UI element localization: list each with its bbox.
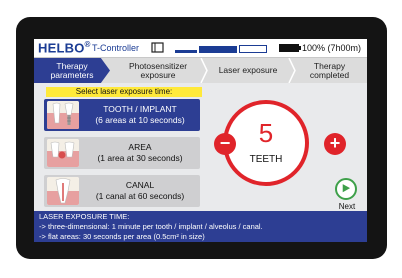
step-laser-exposure[interactable]: Laser exposure xyxy=(204,58,292,83)
next-label[interactable]: Next xyxy=(334,202,360,211)
increase-button[interactable]: + xyxy=(324,133,346,155)
option-detail: (1 area at 30 seconds) xyxy=(97,153,183,163)
manual-icon[interactable] xyxy=(151,42,164,53)
step-separator-icon xyxy=(288,58,296,83)
decrease-button[interactable]: − xyxy=(214,133,236,155)
root-canal-icon xyxy=(47,177,79,205)
teeth-count-value: 5 xyxy=(258,118,274,148)
power-segment xyxy=(239,45,267,53)
info-title: LASER EXPOSURE TIME: xyxy=(39,212,130,221)
laser-power-indicator xyxy=(175,45,267,53)
power-segment xyxy=(175,50,197,53)
power-segment xyxy=(199,46,237,53)
step-label: completed xyxy=(309,69,350,80)
step-label: exposure xyxy=(140,69,176,80)
option-tooth-implant[interactable]: TOOTH / IMPLANT (6 areas at 10 seconds) xyxy=(44,99,200,131)
brand-logo: HELBO® xyxy=(38,40,91,55)
info-line: -> three-dimensional: 1 minute per tooth… xyxy=(39,222,263,231)
instruction-banner: Select laser exposure time: xyxy=(46,87,202,97)
brand-registered-mark: ® xyxy=(84,40,91,49)
option-canal[interactable]: CANAL (1 canal at 60 seconds) xyxy=(44,175,200,207)
step-photosensitizer-exposure[interactable]: Photosensitizer exposure xyxy=(112,58,204,83)
step-label: parameters xyxy=(50,69,94,80)
battery-icon xyxy=(279,44,301,52)
option-title: CANAL xyxy=(125,180,155,191)
option-title: TOOTH / IMPLANT xyxy=(103,104,177,115)
option-area[interactable]: AREA (1 area at 30 seconds) xyxy=(44,137,200,169)
device-name: T-Controller xyxy=(92,43,140,53)
step-label: Laser exposure xyxy=(218,65,278,76)
option-title: AREA xyxy=(128,142,152,153)
info-panel: LASER EXPOSURE TIME: -> three-dimensiona… xyxy=(34,211,367,242)
step-therapy-completed[interactable]: Therapy completed xyxy=(292,58,367,83)
progress-steps: Therapy parameters Photosensitizer exposur… xyxy=(34,58,367,83)
device-screen: HELBO® T-Controller 100% (7h00m) Therapy… xyxy=(34,39,367,242)
next-arrow-icon[interactable] xyxy=(335,178,357,200)
battery-status: 100% (7h00m) xyxy=(302,43,362,53)
tooth-implant-icon xyxy=(47,101,79,129)
status-bar: HELBO® T-Controller 100% (7h00m) xyxy=(34,39,367,58)
info-line: -> flat areas: 30 seconds per area (0.5c… xyxy=(39,232,205,241)
option-detail: (1 canal at 60 seconds) xyxy=(95,191,185,201)
brand-name: HELBO xyxy=(38,40,85,56)
gum-area-icon xyxy=(47,139,79,167)
teeth-count-unit: TEETH xyxy=(249,154,283,165)
step-therapy-parameters[interactable]: Therapy parameters xyxy=(34,58,110,83)
option-detail: (6 areas at 10 seconds) xyxy=(95,115,185,125)
step-separator-icon xyxy=(200,58,208,83)
